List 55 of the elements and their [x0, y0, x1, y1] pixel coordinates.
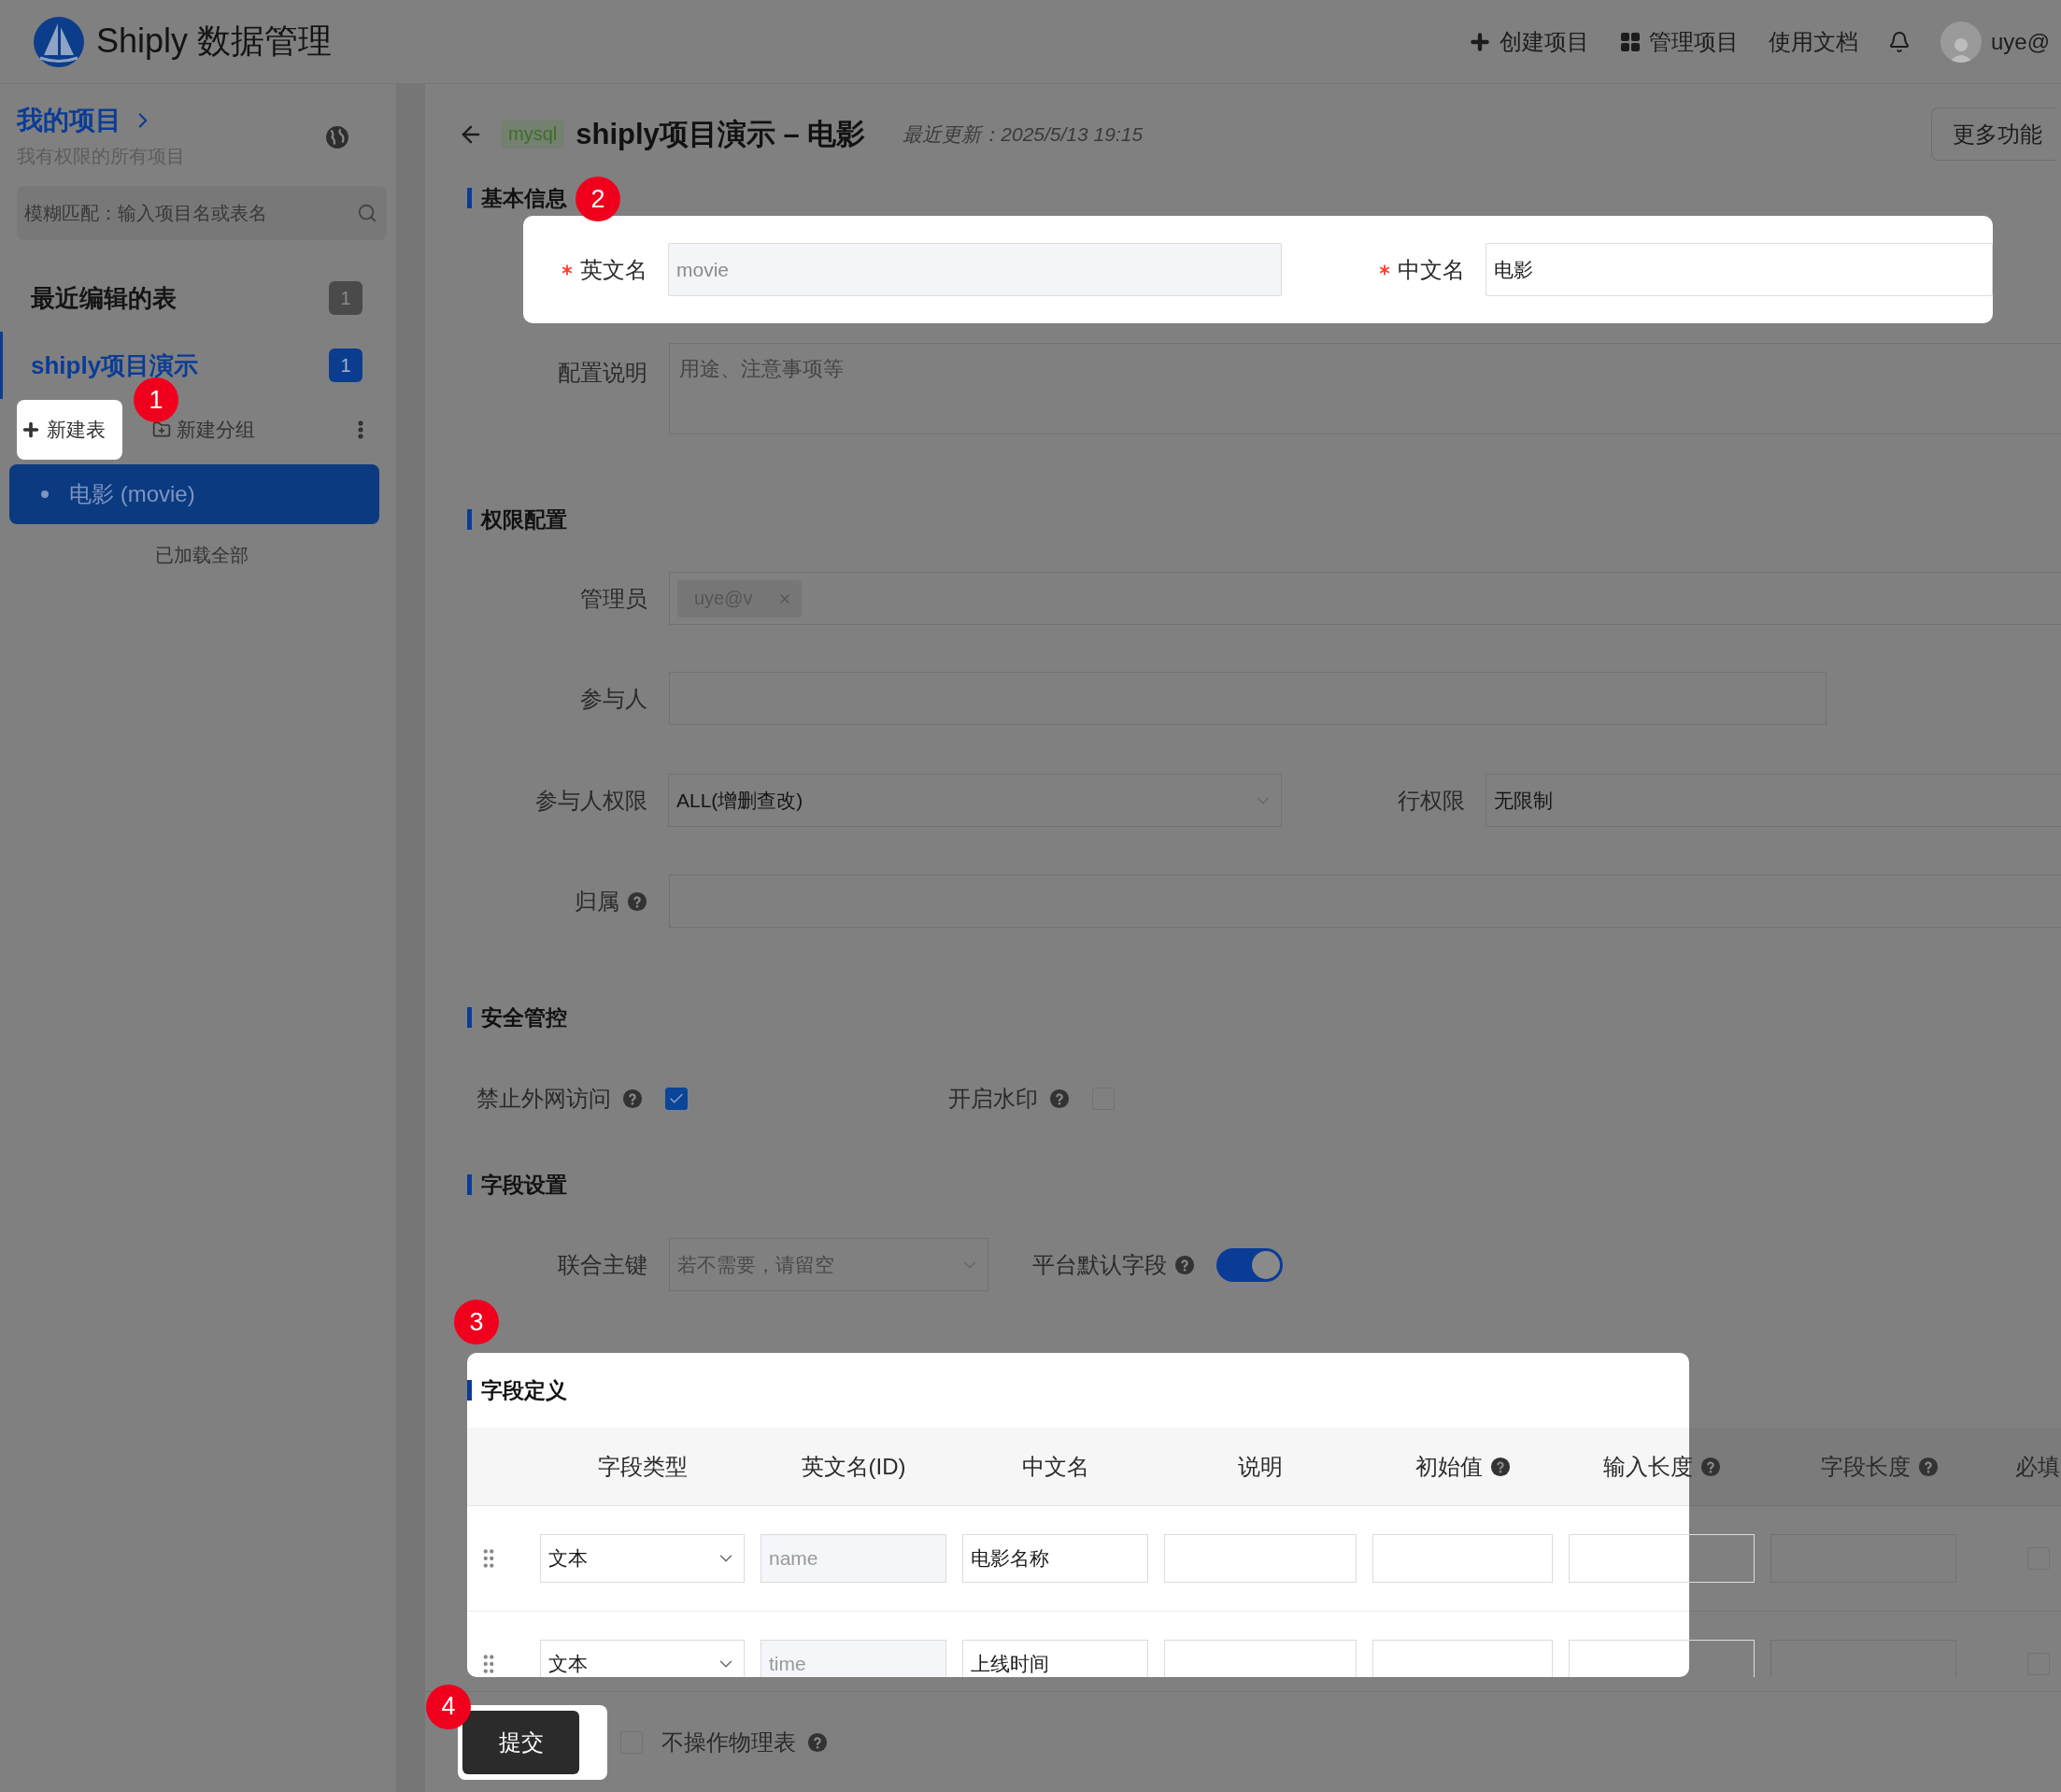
field-label: 行权限 [1397, 786, 1465, 815]
section-title: 字段定义 [467, 1379, 567, 1401]
step-badge: 2 [576, 177, 620, 221]
column-header: 初始值 [1372, 1451, 1569, 1482]
section-title: 权限配置 [467, 508, 2061, 531]
field-label: 参与人 [579, 684, 647, 713]
field-label: 联合主键 [557, 1250, 647, 1279]
step-badge: 4 [426, 1684, 471, 1729]
step-badge: 3 [454, 1300, 499, 1344]
column-header: 说明 [1237, 1452, 1284, 1481]
loaded-all-text: 已加载全部 [154, 544, 249, 567]
column-header: 英文名(ID) [800, 1452, 907, 1481]
field-label: 中文名 [1398, 255, 1465, 284]
field-label: 管理员 [579, 584, 647, 613]
permission-select[interactable]: ALL(增删查改) [668, 774, 1282, 827]
row-permission-field[interactable]: 无限制 [1485, 774, 2061, 827]
text-field[interactable]: name [760, 1534, 946, 1583]
step-badge: 1 [134, 377, 178, 422]
column-header: 必填 [2014, 1452, 2058, 1481]
text-field[interactable]: time [760, 1640, 946, 1677]
section-title: 字段设置 [467, 1173, 2061, 1196]
field-label: 平台默认字段 [1032, 1250, 1167, 1279]
user-name: uye@ [1990, 28, 2050, 55]
text-field[interactable]: 电影 [1485, 243, 1993, 296]
section-title: 安全管控 [467, 1006, 2061, 1029]
text-field[interactable]: 电影名称 [962, 1534, 1148, 1583]
submit-button[interactable]: 提交 [462, 1710, 579, 1774]
page-title: shiply项目演示 – 电影 [576, 116, 866, 152]
type-select[interactable]: 文本 [540, 1534, 745, 1583]
text-field[interactable]: 上线时间 [962, 1640, 1148, 1677]
field-label: 归属 [575, 887, 619, 916]
column-header: 中文名 [1020, 1452, 1090, 1481]
table-item[interactable]: 电影 (movie) [9, 464, 379, 524]
more-button[interactable]: 更多功能 [1931, 107, 2055, 161]
updated-time: 最近更新：2025/5/13 19:15 [903, 121, 1144, 147]
description-field[interactable]: 用途、注意事项等 [669, 343, 2061, 434]
count-badge: 1 [329, 281, 362, 315]
field-label: 配置说明 [557, 359, 647, 387]
column-header: 字段类型 [596, 1452, 689, 1481]
search-field[interactable]: 模糊匹配：输入项目名或表名 [17, 186, 387, 240]
db-tag: mysql [501, 120, 565, 149]
nav-link[interactable]: 创建项目 [1467, 26, 1589, 57]
project-group[interactable]: 最近编辑的表 1 [0, 264, 387, 332]
option-label: 禁止外网访问 [476, 1085, 611, 1113]
column-header: 字段长度 [1770, 1451, 2004, 1482]
nav-link[interactable]: 管理项目 [1618, 26, 1739, 57]
field-label: 参与人权限 [534, 786, 647, 815]
app-title: Shiply 数据管理 [96, 21, 333, 62]
option-label: 开启水印 [948, 1085, 1038, 1113]
count-badge: 1 [329, 348, 362, 382]
nav-link[interactable]: 使用文档 [1768, 26, 1858, 57]
option-label: 不操作物理表 [661, 1728, 796, 1756]
my-projects-link[interactable]: 我的项目 [17, 103, 185, 138]
field-label: 英文名 [580, 255, 647, 284]
type-select[interactable]: 文本 [540, 1640, 745, 1677]
